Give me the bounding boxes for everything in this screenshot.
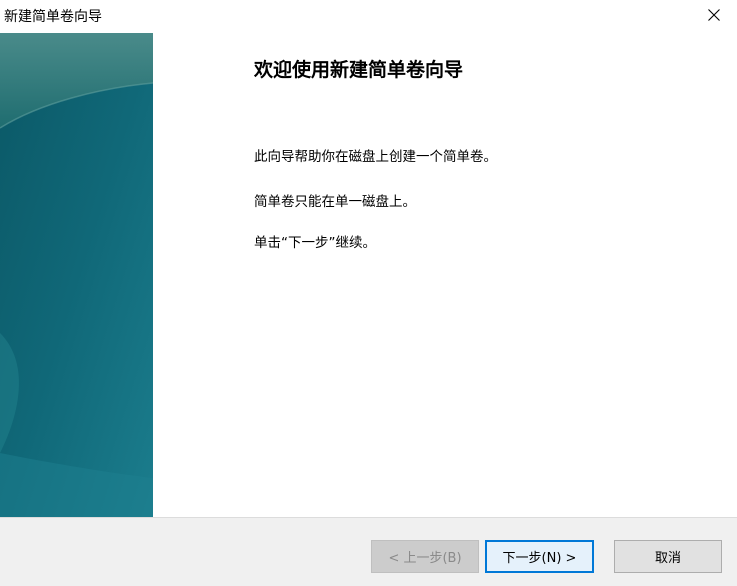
description-line-2: 简单卷只能在单一磁盘上。: [254, 194, 416, 210]
close-button[interactable]: [691, 0, 737, 30]
back-button[interactable]: < 上一步(B): [371, 540, 479, 573]
wizard-heading: 欢迎使用新建简单卷向导: [254, 59, 464, 81]
wizard-window: 新建简单卷向导 欢迎使用新建简单卷向导 此向导帮助你在磁盘上创建一个简单卷。 简…: [0, 0, 737, 586]
wizard-content: 欢迎使用新建简单卷向导 此向导帮助你在磁盘上创建一个简单卷。 简单卷只能在单一磁…: [153, 33, 737, 517]
title-bar: 新建简单卷向导: [0, 0, 737, 32]
wizard-side-banner: [0, 33, 153, 517]
next-button[interactable]: 下一步(N) >: [485, 540, 594, 573]
banner-graphic: [0, 33, 153, 517]
window-title: 新建简单卷向导: [4, 9, 102, 25]
cancel-button[interactable]: 取消: [614, 540, 722, 573]
wizard-footer: < 上一步(B) 下一步(N) > 取消: [0, 517, 737, 586]
description-line-1: 此向导帮助你在磁盘上创建一个简单卷。: [254, 149, 497, 165]
description-line-3: 单击“下一步”继续。: [254, 235, 376, 251]
close-icon: [708, 9, 720, 21]
